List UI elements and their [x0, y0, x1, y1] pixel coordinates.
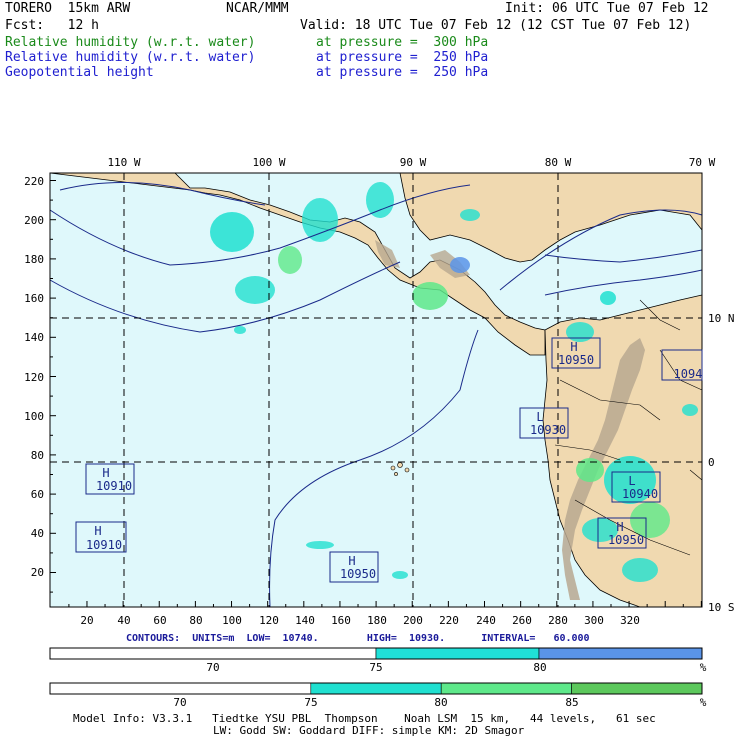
- lon-label: 90 W: [400, 156, 427, 169]
- svg-text:10930: 10930: [530, 423, 566, 437]
- colorbar-unit: %: [700, 661, 707, 674]
- y-tick-label: 200: [24, 214, 44, 227]
- svg-text:10950: 10950: [340, 567, 376, 581]
- y-tick-label: 140: [24, 331, 44, 344]
- x-tick-label: 240: [476, 614, 496, 627]
- x-tick-label: 180: [367, 614, 387, 627]
- colorbar-unit: %: [700, 696, 707, 709]
- svg-text:10950: 10950: [558, 353, 594, 367]
- colorbar-label: 80: [533, 661, 546, 674]
- x-tick-label: 280: [548, 614, 568, 627]
- y-tick-label: 20: [31, 566, 44, 579]
- colorbar-segment: [375, 647, 540, 660]
- y-tick-label: 120: [24, 371, 44, 384]
- svg-text:L: L: [536, 410, 543, 424]
- x-tick-label: 140: [295, 614, 315, 627]
- y-tick-label: 60: [31, 488, 44, 501]
- x-tick-label: 100: [222, 614, 242, 627]
- y-tick-label: 40: [31, 527, 44, 540]
- colorbar-label: 75: [369, 661, 382, 674]
- lat-label: 0: [708, 456, 715, 469]
- lat-label: 10 S: [708, 601, 735, 614]
- svg-text:10940: 10940: [622, 487, 658, 501]
- contour-info: CONTOURS: UNITS=m LOW= 10740. HIGH= 1093…: [126, 633, 590, 644]
- colorbar-label: 80: [434, 696, 447, 709]
- svg-text:10910: 10910: [86, 538, 122, 552]
- x-tick-label: 160: [331, 614, 351, 627]
- x-tick-label: 20: [80, 614, 93, 627]
- lon-label: 100 W: [252, 156, 285, 169]
- x-tick-label: 200: [403, 614, 423, 627]
- svg-text:10950: 10950: [608, 533, 644, 547]
- longitude-labels: 110 W 100 W 90 W 80 W 70 W: [107, 156, 715, 169]
- y-tick-label: 220: [24, 175, 44, 188]
- colorbar-2: 70 75 80 85 %: [49, 682, 707, 709]
- x-tick-label: 260: [512, 614, 532, 627]
- x-tick-label: 300: [584, 614, 604, 627]
- colorbar-segment: [49, 647, 377, 660]
- svg-text:H: H: [348, 554, 355, 568]
- colorbar-1: 70 75 80 %: [49, 647, 707, 674]
- svg-text:1094: 1094: [674, 367, 703, 381]
- colorbar-label: 85: [565, 696, 578, 709]
- x-tick-label: 120: [259, 614, 279, 627]
- colorbar-segment: [571, 682, 703, 695]
- lon-label: 110 W: [107, 156, 140, 169]
- svg-text:10910: 10910: [96, 479, 132, 493]
- colorbar-segment: [310, 682, 442, 695]
- svg-text:H: H: [102, 466, 109, 480]
- physics-info: LW: Godd SW: Goddard DIFF: simple KM: 2D…: [213, 724, 525, 737]
- y-axis-labels: 220 200 180 160 140 120 100 80 60 40 20: [24, 175, 44, 579]
- colorbar-segment: [49, 682, 312, 695]
- svg-text:H: H: [94, 524, 101, 538]
- y-tick-label: 100: [24, 410, 44, 423]
- lat-label: 10 N: [708, 312, 735, 325]
- latitude-labels: 10 N 0 10 S: [708, 312, 735, 614]
- lon-label: 70 W: [689, 156, 716, 169]
- colorbar-label: 70: [206, 661, 219, 674]
- x-tick-label: 60: [153, 614, 166, 627]
- x-tick-label: 320: [620, 614, 640, 627]
- y-tick-label: 160: [24, 292, 44, 305]
- y-tick-label: 180: [24, 253, 44, 266]
- svg-text:H: H: [616, 520, 623, 534]
- x-tick-label: 80: [189, 614, 202, 627]
- colorbar-label: 70: [173, 696, 186, 709]
- colorbar-segment: [538, 647, 703, 660]
- lon-label: 80 W: [545, 156, 572, 169]
- x-axis-labels: 20 40 60 80 100 120 140 160 180 200 220 …: [80, 614, 640, 627]
- svg-text:H: H: [570, 340, 577, 354]
- svg-text:L: L: [628, 474, 635, 488]
- y-tick-label: 80: [31, 449, 44, 462]
- colorbar-segment: [440, 682, 572, 695]
- x-tick-label: 40: [117, 614, 130, 627]
- colorbar-label: 75: [304, 696, 317, 709]
- forecast-map: 220 200 180 160 140 120 100 80 60 40 20 …: [24, 156, 735, 709]
- x-tick-label: 220: [439, 614, 459, 627]
